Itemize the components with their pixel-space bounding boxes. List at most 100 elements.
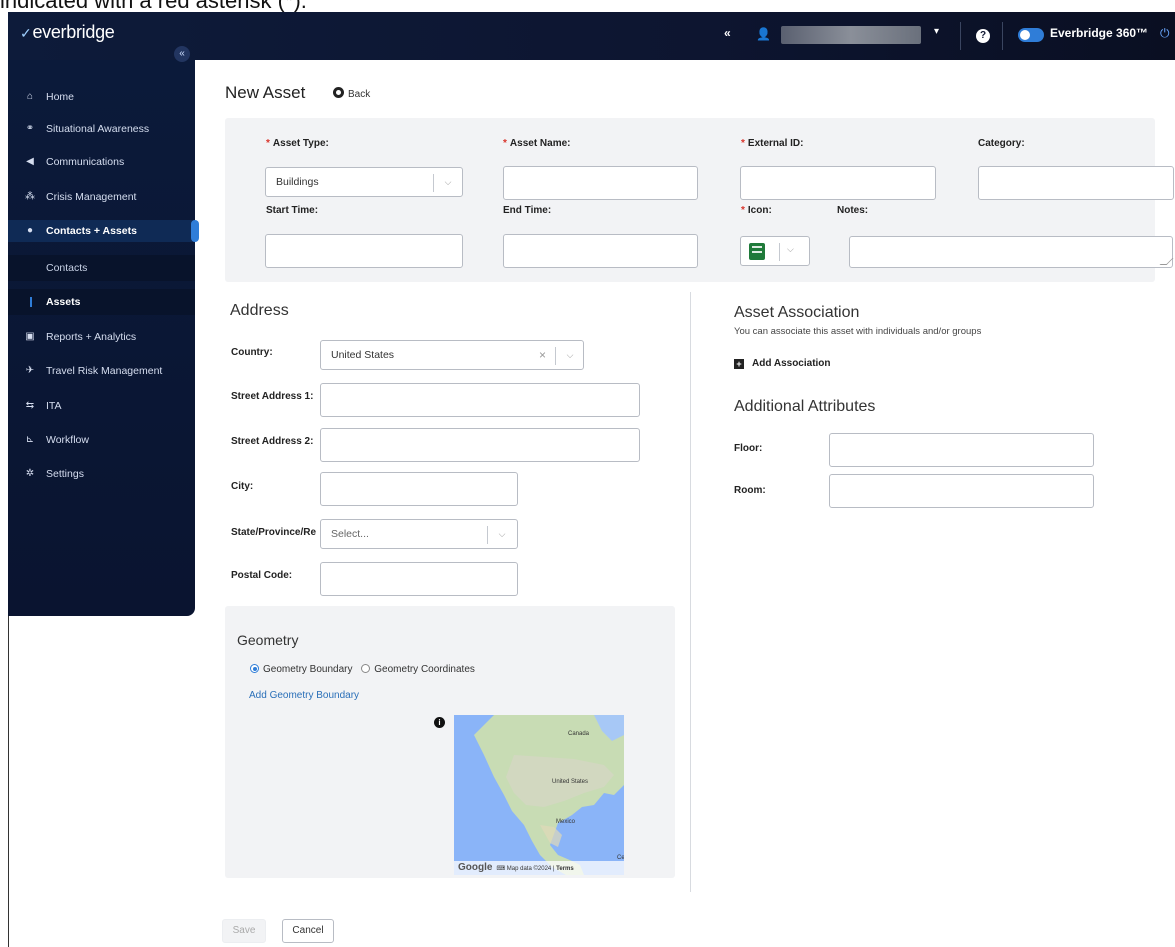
- asset-name-label: * Asset Name:: [503, 138, 571, 149]
- location-pin-icon: ●: [26, 225, 34, 236]
- add-geometry-boundary-link[interactable]: Add Geometry Boundary: [249, 690, 359, 701]
- sidebar-subitem-label: Assets: [46, 296, 81, 308]
- sidebar-item-workflow[interactable]: ⊾ Workflow: [8, 429, 195, 451]
- postal-code-input[interactable]: [320, 562, 518, 596]
- sidebar-item-communications[interactable]: ◀ Communications: [8, 151, 195, 173]
- sidebar-item-contacts-assets[interactable]: ● Contacts + Assets: [8, 220, 199, 242]
- power-icon[interactable]: ⏻: [1160, 26, 1170, 41]
- awareness-icon: ⚭: [25, 123, 35, 134]
- sidebar-item-situational-awareness[interactable]: ⚭ Situational Awareness: [8, 118, 195, 140]
- label-text: End Time:: [503, 205, 552, 216]
- sidebar-item-label: Settings: [46, 468, 84, 480]
- end-time-input[interactable]: [503, 234, 698, 268]
- chevron-down-icon[interactable]: ▾: [934, 26, 939, 37]
- sidebar-item-label: Reports + Analytics: [46, 331, 137, 343]
- product-toggle[interactable]: [1018, 28, 1044, 42]
- chevron-down-icon: ⌵: [566, 350, 574, 360]
- street1-input[interactable]: [320, 383, 640, 417]
- sidebar-item-ita[interactable]: ⇆ ITA: [8, 395, 195, 417]
- divider: [487, 526, 488, 544]
- required-mark: *: [266, 138, 270, 149]
- sidebar-item-crisis-management[interactable]: ⁂ Crisis Management: [8, 186, 195, 208]
- room-input[interactable]: [829, 474, 1094, 508]
- state-label: State/Province/Re: [231, 527, 317, 538]
- radio-selected-icon: [250, 664, 259, 673]
- sidebar-subitem-assets[interactable]: Assets: [8, 289, 195, 315]
- icon-label: * Icon:: [741, 205, 772, 216]
- plane-icon: ✈: [25, 365, 35, 376]
- sidebar-item-travel-risk[interactable]: ✈ Travel Risk Management: [8, 360, 195, 382]
- notes-label: Notes:: [837, 205, 868, 216]
- asset-name-input[interactable]: [503, 166, 698, 200]
- plus-icon: +: [734, 359, 744, 369]
- country-select[interactable]: United States × ⌵: [320, 340, 584, 370]
- label-text: Icon:: [747, 205, 772, 216]
- sidebar-item-settings[interactable]: ✲ Settings: [8, 463, 195, 485]
- state-select[interactable]: Select... ⌵: [320, 519, 518, 549]
- asset-type-value: Buildings: [276, 176, 319, 188]
- sidebar-subitem-contacts[interactable]: Contacts: [8, 255, 195, 281]
- info-icon[interactable]: i: [434, 717, 445, 728]
- street2-input[interactable]: [320, 428, 640, 462]
- geometry-title: Geometry: [237, 632, 299, 648]
- radio-unselected-icon: [361, 664, 371, 673]
- user-menu[interactable]: 👤: [756, 26, 921, 44]
- map-terms-link[interactable]: Terms: [556, 866, 574, 872]
- save-button[interactable]: Save: [222, 919, 266, 943]
- geometry-coordinates-radio[interactable]: Geometry Coordinates: [361, 664, 475, 675]
- country-value: United States: [331, 349, 395, 361]
- sidebar-item-label: Home: [46, 91, 75, 103]
- clear-icon[interactable]: ×: [539, 341, 546, 369]
- sidebar-collapse-icon[interactable]: «: [174, 46, 190, 62]
- asset-type-select[interactable]: Buildings ⌵: [265, 167, 463, 197]
- user-icon: 👤: [756, 27, 771, 42]
- back-button[interactable]: Back: [333, 87, 370, 100]
- gear-icon: ✲: [25, 468, 35, 479]
- workflow-icon: ⊾: [25, 434, 35, 445]
- divider: [433, 174, 434, 192]
- floor-input[interactable]: [829, 433, 1094, 467]
- label-text: External ID:: [747, 138, 804, 149]
- keyboard-icon[interactable]: ⌨: [496, 866, 505, 872]
- megaphone-icon: ◀: [26, 156, 34, 167]
- google-logo: Google: [458, 862, 493, 873]
- help-icon[interactable]: ?: [976, 29, 990, 43]
- start-time-input[interactable]: [265, 234, 463, 268]
- option-label: Geometry Boundary: [263, 664, 353, 675]
- sidebar-item-home[interactable]: ⌂ Home: [8, 86, 195, 108]
- category-label: Category:: [978, 138, 1025, 149]
- collapse-icon[interactable]: «: [724, 26, 731, 40]
- user-name-redacted: [780, 26, 921, 44]
- address-title: Address: [230, 302, 289, 319]
- city-input[interactable]: [320, 472, 518, 506]
- category-input[interactable]: [978, 166, 1174, 200]
- add-association-button[interactable]: + Add Association: [734, 358, 831, 369]
- floor-label: Floor:: [734, 443, 763, 454]
- spreadsheet-icon: [749, 243, 765, 260]
- back-circle-icon: [333, 87, 344, 98]
- map-label-us: United States: [552, 779, 589, 785]
- home-icon: ⌂: [26, 91, 34, 102]
- street2-label: Street Address 2:: [231, 436, 314, 447]
- label-text: Category:: [978, 138, 1025, 149]
- sidebar-item-reports-analytics[interactable]: ▣ Reports + Analytics: [8, 326, 195, 348]
- divider: [779, 243, 780, 261]
- external-id-input[interactable]: [740, 166, 936, 200]
- page-title: New Asset: [225, 83, 306, 102]
- start-time-label: Start Time:: [266, 205, 318, 216]
- divider: [1002, 22, 1003, 50]
- country-label: Country:: [231, 347, 273, 358]
- geometry-boundary-radio[interactable]: Geometry Boundary: [250, 664, 353, 675]
- brand-logo[interactable]: ✓everbridge: [20, 22, 115, 43]
- notes-textarea[interactable]: [849, 236, 1173, 268]
- label-text: Asset Type:: [272, 138, 329, 149]
- map-data-text: Map data ©2024: [506, 866, 552, 872]
- icon-select[interactable]: ⌵: [740, 236, 810, 266]
- label-text: Notes:: [837, 205, 869, 216]
- divider: [555, 347, 556, 365]
- checkmark-logo-icon: ✓: [20, 25, 32, 41]
- map-footer: Google ⌨ Map data ©2024 | Terms: [454, 861, 624, 875]
- cancel-button[interactable]: Cancel: [282, 919, 334, 943]
- map-view[interactable]: Canada United States Mexico Ce Google ⌨ M…: [454, 715, 624, 875]
- state-placeholder: Select...: [331, 528, 369, 540]
